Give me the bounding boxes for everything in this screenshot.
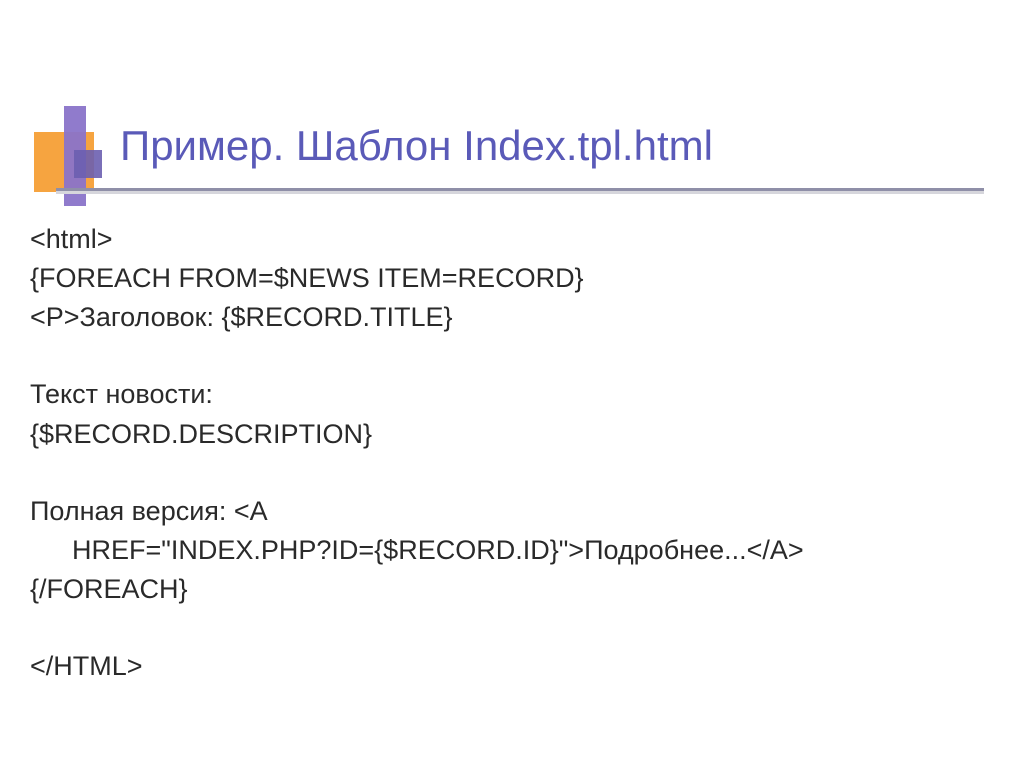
code-line: Текст новости: bbox=[30, 375, 984, 414]
code-line: {$RECORD.DESCRIPTION} bbox=[30, 415, 984, 454]
code-line: {/FOREACH} bbox=[30, 570, 984, 609]
code-line: <P>Заголовок: {$RECORD.TITLE} bbox=[30, 298, 984, 337]
code-line: HREF="INDEX.PHP?ID={$RECORD.ID}">Подробн… bbox=[30, 531, 984, 570]
title-rule-shadow bbox=[56, 191, 984, 194]
code-line: Полная версия: <A bbox=[30, 492, 984, 531]
code-line: </HTML> bbox=[30, 647, 984, 686]
slide-decoration bbox=[34, 118, 124, 208]
code-line: <html> bbox=[30, 220, 984, 259]
code-line: {FOREACH FROM=$NEWS ITEM=RECORD} bbox=[30, 259, 984, 298]
slide-title: Пример. Шаблон Index.tpl.html bbox=[120, 122, 713, 170]
slide-body: <html> {FOREACH FROM=$NEWS ITEM=RECORD} … bbox=[30, 220, 984, 686]
